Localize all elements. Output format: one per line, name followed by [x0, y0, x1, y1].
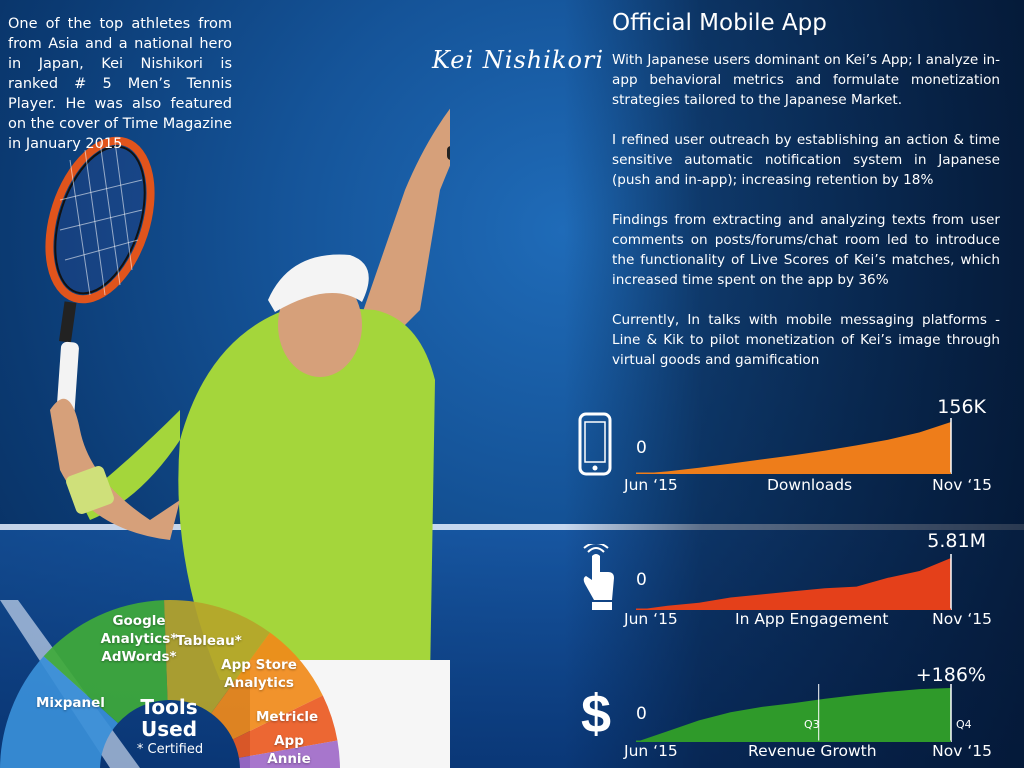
- downloads-area-chart: [636, 418, 952, 474]
- engagement-area-chart: [636, 554, 952, 610]
- paragraph-monetization: Currently, In talks with mobile messagin…: [612, 312, 1000, 368]
- tap-hand-icon: [583, 544, 614, 610]
- revenue-metric: $ 0 +186% Q3 Q4 Jun ‘15 Revenue Growth N…: [570, 662, 1010, 768]
- signature-text: Kei Nishikori: [432, 46, 605, 74]
- app-title: Official Mobile App: [612, 10, 827, 36]
- athlete-intro-text: One of the top athletes from from Asia a…: [8, 16, 232, 152]
- tool-metricle: Metricle: [256, 709, 319, 725]
- revenue-area-chart: [636, 684, 952, 742]
- engagement-metric: 0 5.81M Jun ‘15 In App Engagement Nov ‘1…: [570, 528, 1010, 648]
- paragraph-notifications: I refined user outreach by establishing …: [612, 132, 1000, 188]
- tool-mixpanel: Mixpanel: [36, 695, 105, 711]
- tool-google-analytics: Google Analytics* AdWords*: [100, 613, 178, 665]
- downloads-total: 156K: [937, 396, 986, 418]
- tool-tableau: Tableau*: [176, 633, 242, 649]
- downloads-start-label: Jun ‘15: [624, 476, 678, 494]
- revenue-start-label: Jun ‘15: [624, 742, 678, 760]
- tool-app-store-analytics: App Store Analytics: [221, 657, 297, 691]
- tennis-racket-icon: [45, 136, 155, 443]
- revenue-label: Revenue Growth: [748, 742, 877, 760]
- engagement-start-label: Jun ‘15: [624, 610, 678, 628]
- downloads-end-label: Nov ‘15: [932, 476, 992, 494]
- tools-used-diagram: Mixpanel Google Analytics* AdWords* Tabl…: [0, 560, 340, 768]
- area-series-1: [636, 558, 951, 610]
- revenue-total: +186%: [915, 664, 986, 686]
- phone-icon: [578, 412, 612, 476]
- downloads-label: Downloads: [767, 476, 853, 494]
- q4-label: Q4: [956, 718, 972, 731]
- dollar-icon: $: [581, 684, 611, 742]
- tools-title: Tools Used: [140, 695, 198, 741]
- downloads-metric: 0 156K Jun ‘15 Downloads Nov ‘15: [570, 394, 1010, 514]
- paragraph-analytics: With Japanese users dominant on Kei’s Ap…: [612, 52, 1000, 108]
- q3-label: Q3: [804, 718, 820, 731]
- engagement-label: In App Engagement: [735, 610, 889, 628]
- tools-certified-note: * Certified: [136, 742, 204, 757]
- svg-text:$: $: [581, 684, 611, 742]
- engagement-total: 5.81M: [927, 530, 986, 552]
- app-description: With Japanese users dominant on Kei’s Ap…: [612, 50, 1000, 390]
- paragraph-live-scores: Findings from extracting and analyzing t…: [612, 212, 1000, 288]
- tool-app-annie: App Annie: [267, 733, 311, 767]
- revenue-end-label: Nov ‘15: [932, 742, 992, 760]
- area-series-0: [636, 422, 951, 474]
- area-series-2: [636, 688, 951, 742]
- engagement-end-label: Nov ‘15: [932, 610, 992, 628]
